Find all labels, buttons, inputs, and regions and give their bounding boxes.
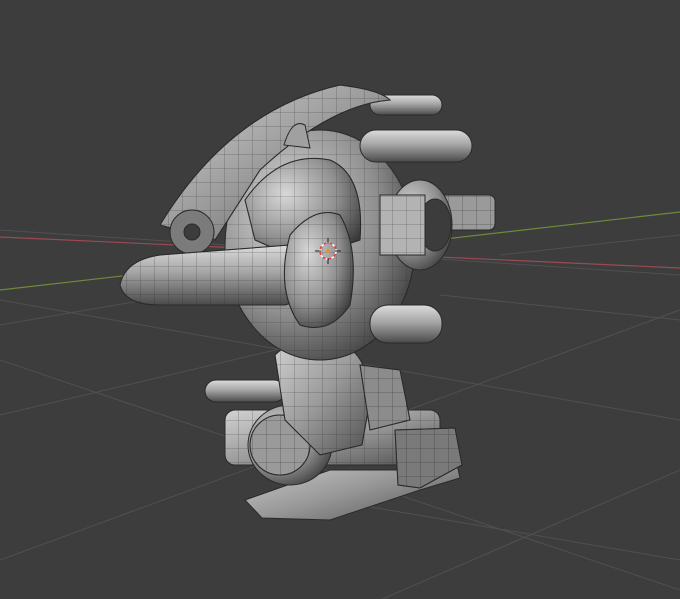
robot-mech-icon[interactable] bbox=[119, 84, 496, 521]
viewport-canvas[interactable] bbox=[0, 0, 680, 599]
3d-viewport[interactable] bbox=[0, 0, 680, 599]
